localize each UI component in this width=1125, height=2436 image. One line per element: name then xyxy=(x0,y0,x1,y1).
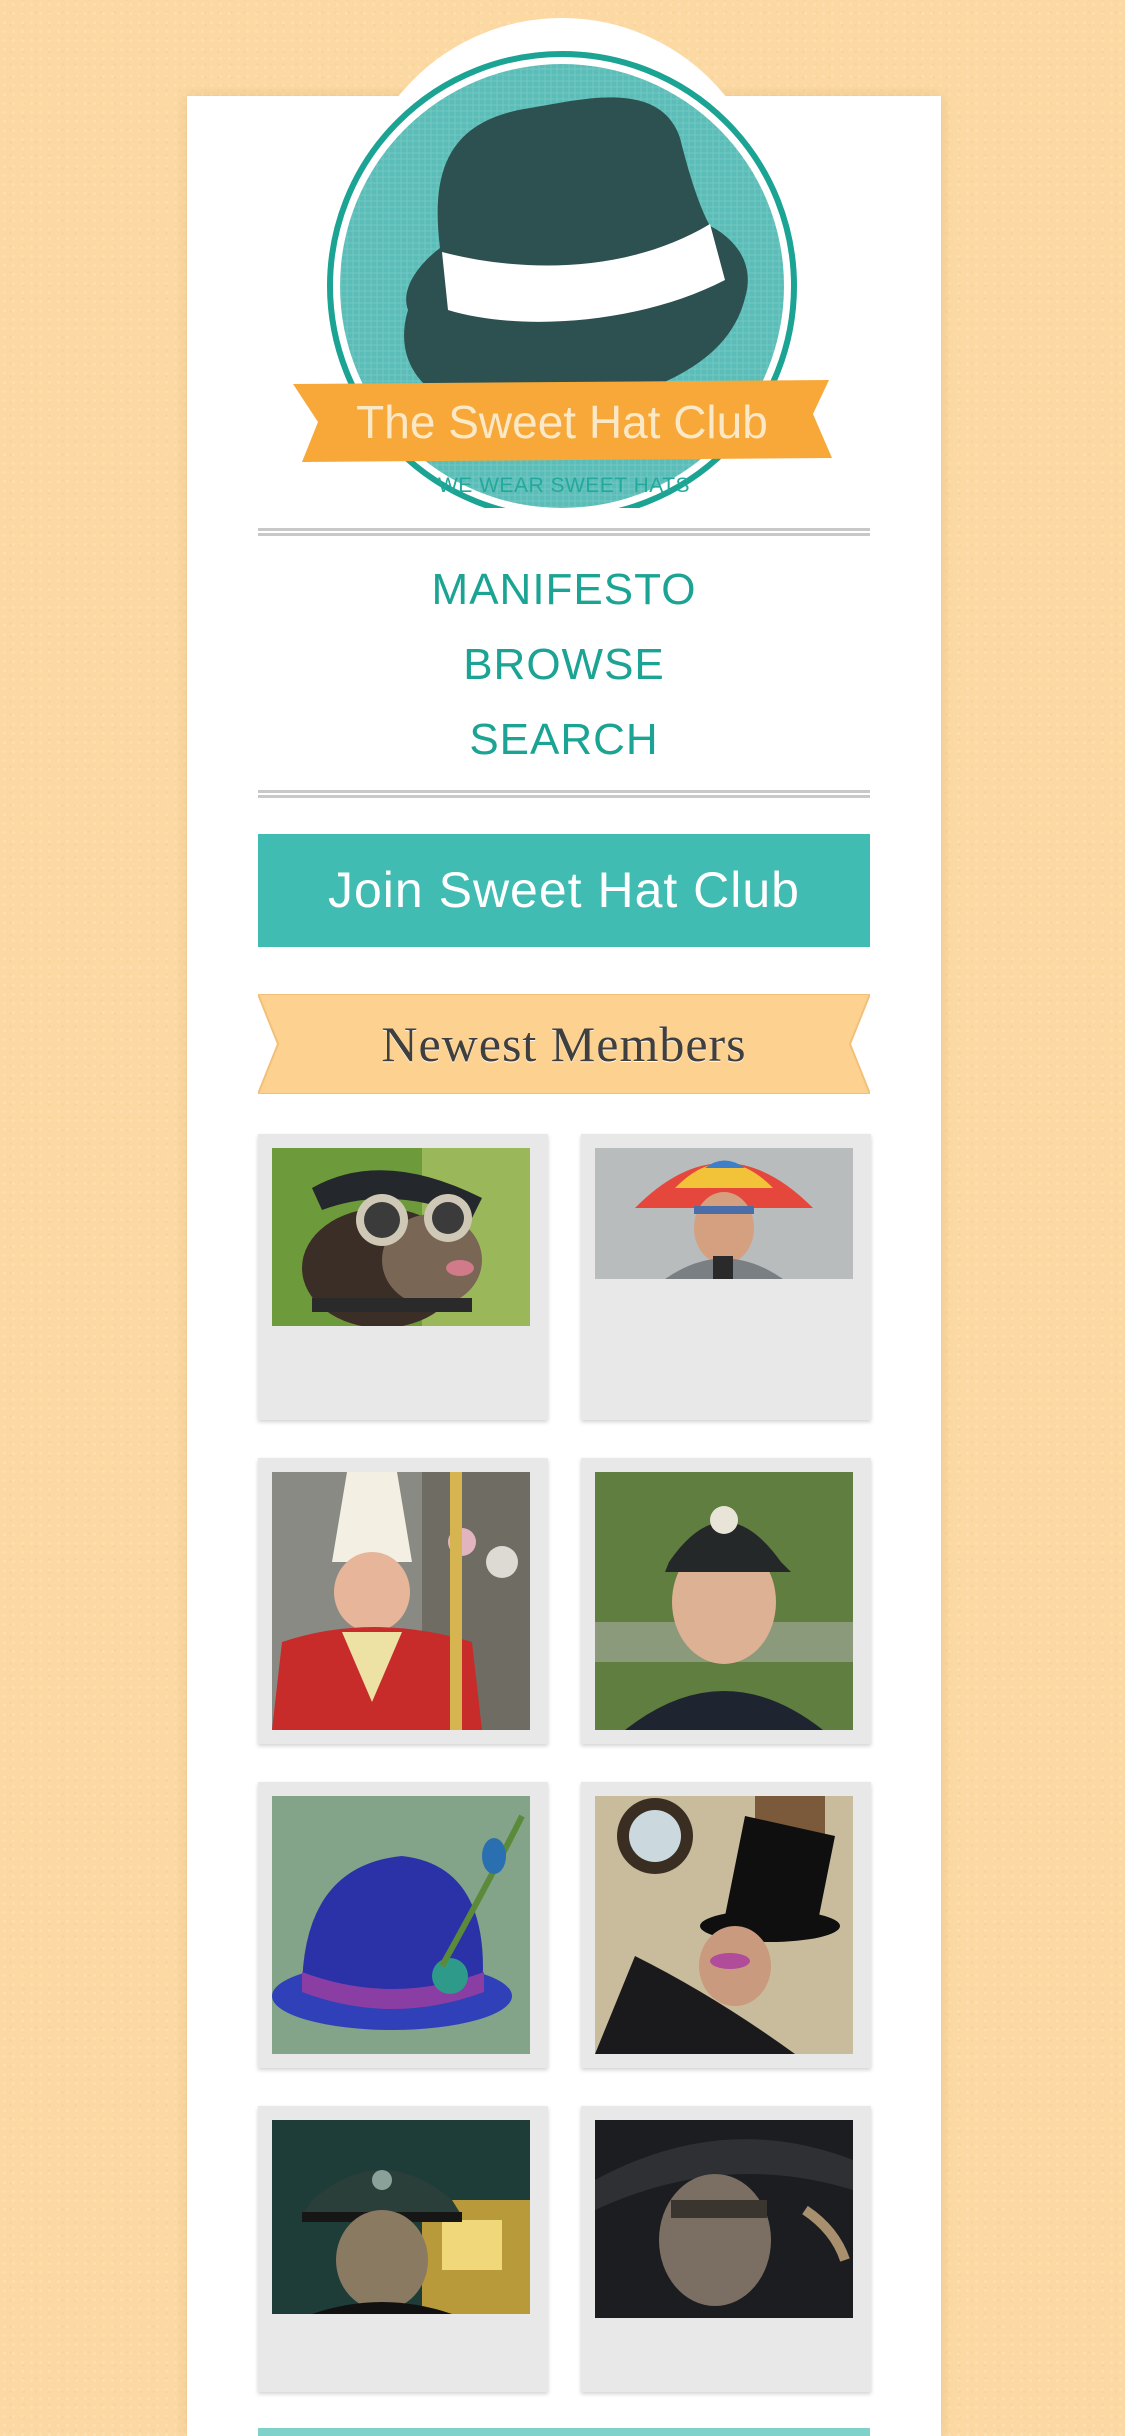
member-photo-top-hat xyxy=(595,1796,853,2054)
sweet-hat-club-logo[interactable]: The Sweet Hat Club xyxy=(290,48,835,508)
brand-name: The Sweet Hat Club xyxy=(356,396,768,448)
member-photo-baseball-cap xyxy=(595,1472,853,1730)
member-card[interactable] xyxy=(258,2106,548,2392)
member-photo-dog xyxy=(272,1148,530,1326)
member-card[interactable] xyxy=(581,1134,871,1420)
newest-members-banner: Newest Members xyxy=(258,994,870,1094)
member-photo-military-cap xyxy=(272,2120,530,2314)
member-photo-umbrella-hat xyxy=(595,1148,853,1279)
member-card[interactable] xyxy=(581,1782,871,2068)
member-card[interactable] xyxy=(581,1458,871,1744)
main-nav: MANIFESTO BROWSE SEARCH xyxy=(258,552,870,777)
member-photo-mitre xyxy=(272,1472,530,1730)
member-card[interactable] xyxy=(258,1458,548,1744)
newest-members-title: Newest Members xyxy=(381,1016,747,1072)
member-card[interactable] xyxy=(258,1782,548,2068)
divider xyxy=(258,790,870,798)
join-button[interactable]: Join Sweet Hat Club xyxy=(258,834,870,947)
member-photo-bowler-hat xyxy=(272,1796,530,2054)
member-photo-fedora xyxy=(595,2120,853,2318)
divider xyxy=(258,528,870,536)
member-card[interactable] xyxy=(258,1134,548,1420)
nav-item-manifesto[interactable]: MANIFESTO xyxy=(258,552,870,627)
nav-item-search[interactable]: SEARCH xyxy=(258,702,870,777)
tagline: WE WEAR SWEET HATS xyxy=(437,474,691,497)
next-section-bar xyxy=(258,2428,870,2436)
member-card[interactable] xyxy=(581,2106,871,2392)
nav-item-browse[interactable]: BROWSE xyxy=(258,627,870,702)
